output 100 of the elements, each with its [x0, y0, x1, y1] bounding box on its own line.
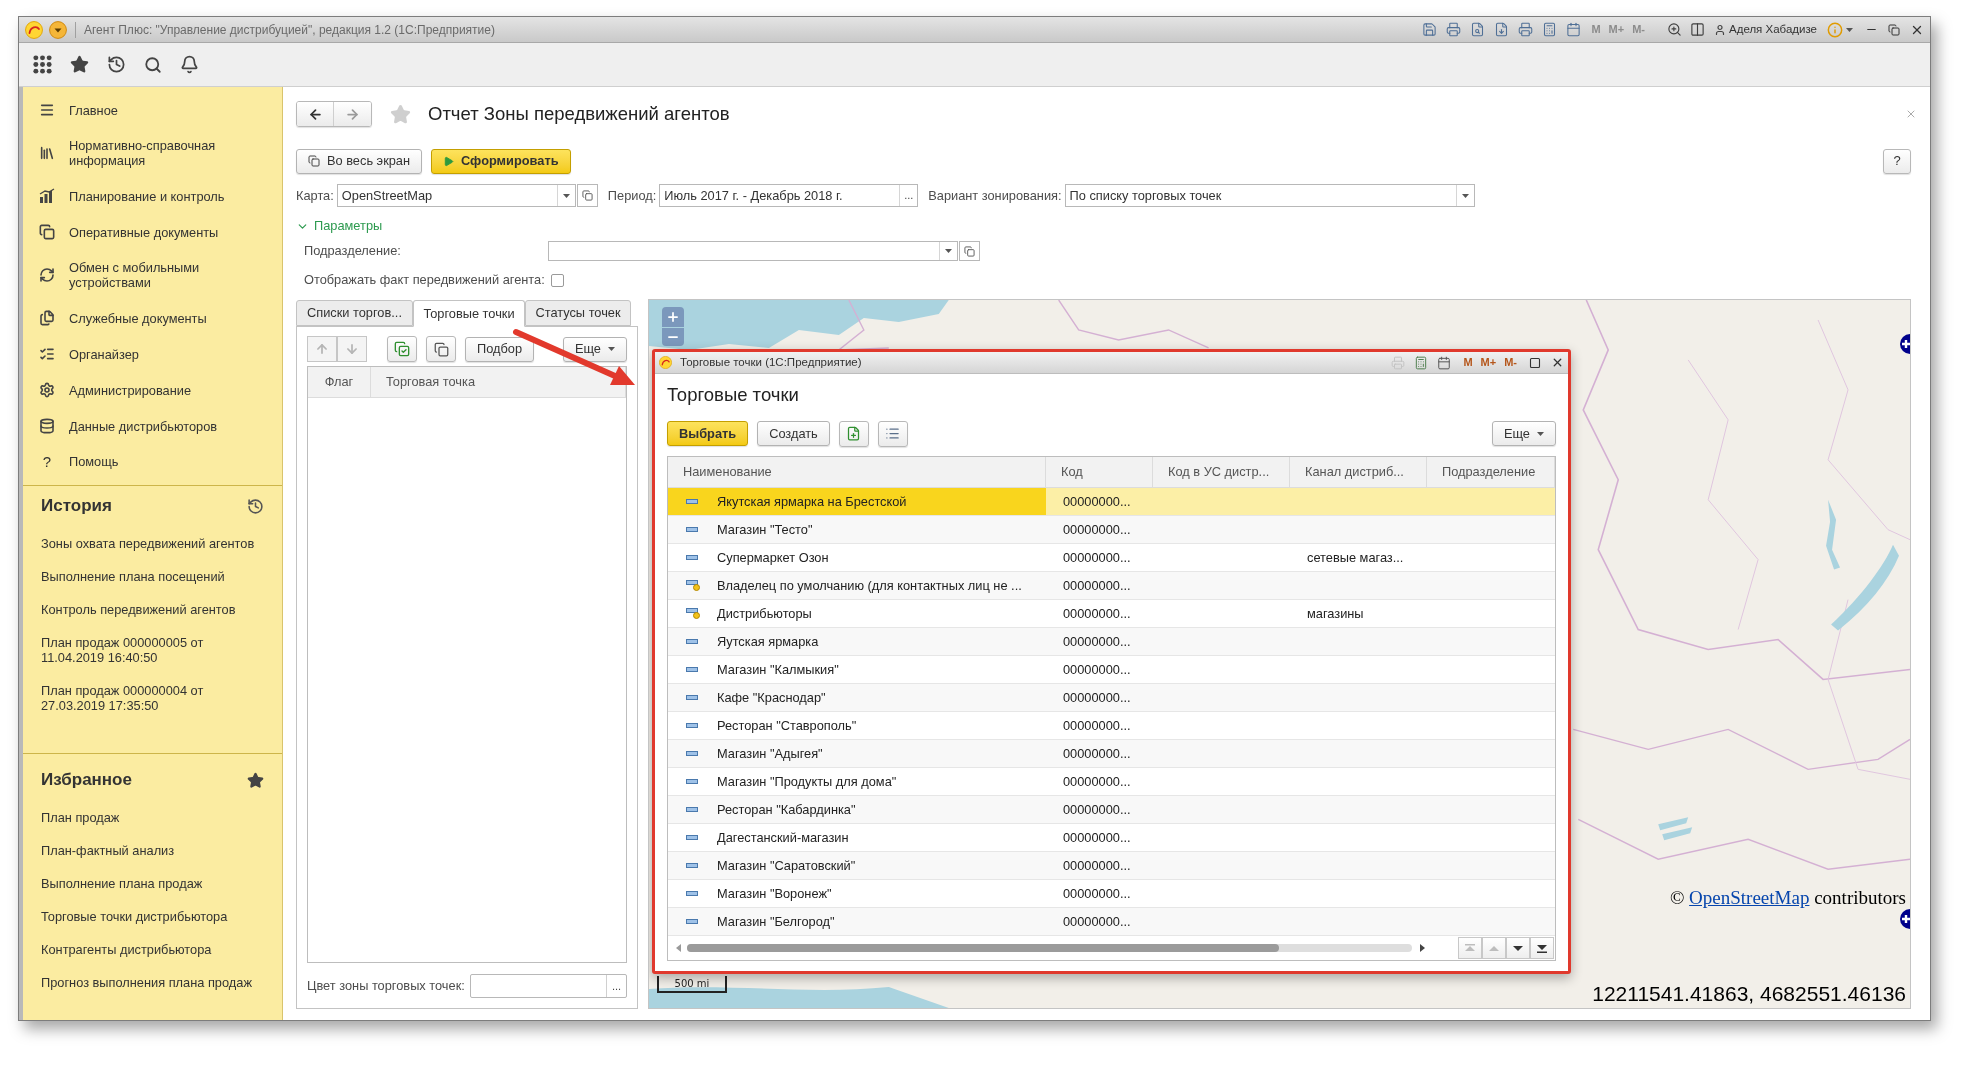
department-field[interactable]	[548, 241, 958, 261]
printer-icon[interactable]	[1518, 22, 1534, 37]
uncheck-all-button[interactable]	[426, 336, 456, 362]
period-field[interactable]: Июль 2017 г. - Декабрь 2018 г. ...	[659, 184, 919, 207]
history-link[interactable]: Зоны охвата передвижений агентов	[23, 527, 259, 560]
maximize-icon[interactable]	[1529, 356, 1541, 369]
table-row[interactable]: Магазин "Тесто" 00000000...	[668, 516, 1555, 544]
bell-icon[interactable]	[180, 55, 199, 74]
favorite-link[interactable]: План продаж	[23, 801, 124, 834]
openstreetmap-link[interactable]: OpenStreetMap	[1689, 887, 1810, 908]
user-name[interactable]: Аделя Хабадизе	[1729, 20, 1817, 39]
table-row[interactable]: Кафе "Краснодар" 00000000...	[668, 684, 1555, 712]
map-field[interactable]: OpenStreetMap	[336, 184, 576, 207]
sidebar-item[interactable]: ? Помощь	[23, 444, 282, 479]
calendar-icon[interactable]	[1437, 355, 1452, 370]
favorite-link[interactable]: Контрагенты дистрибьютора	[23, 933, 216, 966]
search-icon[interactable]	[144, 55, 162, 74]
fullscreen-button[interactable]: Во весь экран	[296, 148, 423, 174]
star-icon[interactable]	[70, 55, 89, 74]
restore-icon[interactable]	[1888, 23, 1900, 36]
table-row[interactable]: Магазин "Саратовский" 00000000...	[668, 852, 1555, 880]
check-all-button[interactable]	[387, 336, 417, 362]
tab[interactable]: Торговые точки	[413, 300, 525, 327]
column-header[interactable]: Подразделение	[1427, 457, 1555, 487]
zoom-in-button[interactable]	[662, 307, 684, 327]
table-row[interactable]: Яутская ярмарка 00000000...	[668, 628, 1555, 656]
menu-caret-icon[interactable]	[49, 20, 67, 39]
plus-marker-icon[interactable]	[1899, 909, 1910, 929]
point-code: 00000000...	[1063, 884, 1131, 903]
zoom-out-button[interactable]	[662, 328, 684, 346]
calculator-icon[interactable]	[1414, 355, 1429, 370]
help-button[interactable]: ?	[1883, 148, 1911, 174]
zoom-in-icon[interactable]	[1667, 22, 1682, 37]
table-row[interactable]: Владелец по умолчанию (для контактных лиц не ... 00000000...	[668, 572, 1555, 600]
download-icon[interactable]	[1494, 22, 1510, 37]
table-row[interactable]: Ресторан "Кабардинка" 00000000...	[668, 796, 1555, 824]
star-icon[interactable]	[247, 771, 264, 789]
column-header[interactable]: Канал дистриб...	[1290, 457, 1427, 487]
sidebar-item[interactable]: Планирование и контроль	[23, 178, 282, 214]
tab[interactable]: Статусы точек	[525, 300, 631, 326]
last-row-button[interactable]	[1530, 937, 1554, 959]
history-link[interactable]: План продаж 000000004 от 27.03.2019 17:35:50	[23, 674, 261, 722]
memory-button[interactable]: M-	[1504, 354, 1517, 371]
history-link[interactable]: План продаж 000000005 от 11.04.2019 16:40:50	[23, 626, 261, 674]
calculator-icon[interactable]	[1542, 22, 1558, 37]
tab[interactable]: Списки торгов...	[296, 300, 413, 326]
history-link[interactable]: Контроль передвижений агентов	[23, 593, 240, 626]
sidebar-item[interactable]: Администрирование	[23, 372, 282, 408]
choose-button[interactable]: ...	[606, 975, 626, 997]
select-button[interactable]: Выбрать	[667, 421, 749, 446]
scroll-right-icon[interactable]	[1420, 944, 1425, 952]
scroll-left-icon[interactable]	[676, 944, 681, 952]
sidebar-item[interactable]: Органайзер	[23, 336, 282, 372]
print-preview-icon[interactable]	[1470, 22, 1486, 37]
sidebar-item[interactable]: Обмен с мобильными устройствами	[23, 250, 282, 300]
table-row[interactable]: Магазин "Адыгея" 00000000...	[668, 740, 1555, 768]
favorite-link[interactable]: Торговые точки дистрибьютора	[23, 900, 232, 933]
color-field[interactable]: ...	[470, 974, 627, 998]
generate-button[interactable]: Сформировать	[431, 148, 571, 174]
open-button[interactable]	[959, 241, 980, 261]
favorite-link[interactable]: План-фактный анализ	[23, 834, 179, 867]
sidebar-item[interactable]: Нормативно-справочная информация	[23, 128, 282, 178]
next-row-button[interactable]	[1506, 937, 1530, 959]
history-icon[interactable]	[107, 55, 126, 74]
scrollbar-thumb[interactable]	[687, 944, 1279, 952]
panel-icon[interactable]	[1690, 22, 1705, 37]
close-button[interactable]	[1905, 108, 1917, 120]
list-button[interactable]	[877, 420, 908, 447]
column-header[interactable]: Код в УС дистр...	[1153, 457, 1290, 487]
table-row[interactable]: Якутская ярмарка на Брестской 00000000...	[668, 488, 1555, 516]
favorite-link[interactable]: Прогноз выполнения плана продаж	[23, 966, 256, 999]
sidebar-item[interactable]: Данные дистрибьюторов	[23, 408, 282, 444]
save-icon[interactable]	[1422, 22, 1438, 37]
create-button[interactable]: Создать	[757, 421, 830, 446]
printer-icon[interactable]	[1446, 22, 1462, 37]
back-button[interactable]	[297, 102, 334, 126]
calendar-icon[interactable]	[1566, 22, 1582, 37]
favorite-link[interactable]: Выполнение плана продаж	[23, 867, 207, 900]
parameters-toggle[interactable]: Параметры	[296, 216, 383, 236]
memory-button[interactable]: M+	[1480, 354, 1497, 371]
sidebar-item[interactable]: Главное	[23, 92, 282, 128]
memory-button[interactable]: M	[1463, 354, 1473, 371]
zoning-field[interactable]: По списку торговых точек	[1064, 184, 1475, 207]
sidebar-item[interactable]: Оперативные документы	[23, 214, 282, 250]
add-document-button[interactable]	[838, 420, 869, 447]
choose-button[interactable]: ...	[899, 185, 918, 206]
more-button[interactable]: Еще	[562, 336, 627, 362]
plus-marker-icon[interactable]	[1899, 334, 1910, 354]
history-link[interactable]: Выполнение плана посещений	[23, 560, 229, 593]
column-header[interactable]: Код	[1046, 457, 1153, 487]
movements-checkbox[interactable]	[550, 273, 564, 287]
star-icon[interactable]	[390, 103, 411, 125]
sidebar-item[interactable]: Служебные документы	[23, 300, 282, 336]
close-icon[interactable]	[1551, 356, 1564, 369]
history-icon[interactable]	[247, 497, 264, 515]
column-header[interactable]: Наименование	[668, 457, 1046, 487]
more-button[interactable]: Еще	[1491, 421, 1556, 446]
apps-grid-icon[interactable]	[33, 55, 52, 74]
table-row[interactable]: Магазин "Белгород" 00000000...	[668, 908, 1555, 936]
pick-button[interactable]: Подбор	[465, 336, 535, 362]
